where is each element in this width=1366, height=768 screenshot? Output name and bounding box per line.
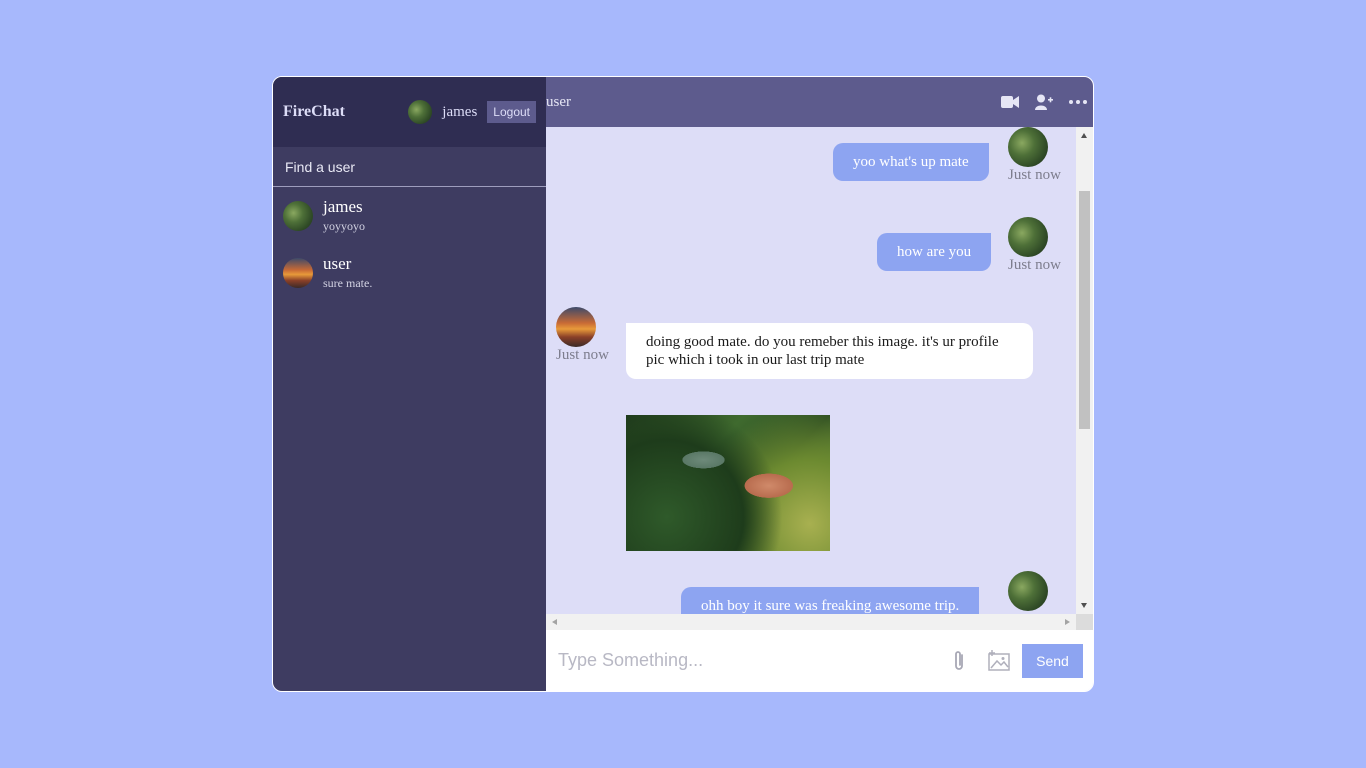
sidebar-navbar: FireChat james Logout (273, 77, 546, 147)
scrollbar-thumb[interactable] (1079, 191, 1090, 429)
chat-name: james (323, 197, 363, 216)
current-user-name: james (442, 103, 478, 120)
message-avatar (556, 307, 596, 347)
chat-list-item-james[interactable]: james yoyyoyo (273, 187, 546, 244)
message-avatar (1008, 571, 1048, 611)
message-time: Just now (1008, 167, 1061, 183)
avatar (283, 200, 313, 231)
message-avatar (1008, 217, 1048, 257)
message-owner: ohh boy it sure was freaking awesome tri… (681, 587, 980, 614)
message-avatar (1008, 127, 1048, 167)
vertical-scrollbar[interactable] (1076, 127, 1093, 614)
message-text: how are you (877, 233, 992, 271)
scroll-down-icon[interactable] (1081, 603, 1087, 608)
current-user-avatar (408, 100, 433, 124)
message-input-bar: Send (546, 630, 1093, 691)
more-icon[interactable] (1067, 91, 1089, 113)
user-search (273, 147, 546, 187)
message-time: Just now (1008, 257, 1061, 273)
message-time: Just now (556, 347, 609, 363)
chat-last-message: sure mate. (323, 276, 373, 290)
video-camera-icon[interactable] (999, 91, 1021, 113)
search-input[interactable] (285, 158, 534, 175)
messages-container[interactable]: yoo what's up mate Just now how are you … (546, 127, 1093, 631)
add-user-icon[interactable] (1033, 91, 1055, 113)
message-input[interactable] (558, 650, 952, 671)
message-owner: yoo what's up mate (833, 143, 989, 181)
chat-title: user (546, 93, 571, 110)
send-button[interactable]: Send (1022, 643, 1083, 678)
message-image[interactable] (626, 415, 830, 551)
attach-icon[interactable] (952, 649, 966, 673)
horizontal-scrollbar[interactable] (546, 614, 1076, 631)
message-text: yoo what's up mate (833, 143, 989, 181)
scroll-up-icon[interactable] (1081, 133, 1087, 138)
scrollbar-corner (1076, 614, 1093, 631)
chat-list-item-user[interactable]: user sure mate. (273, 244, 546, 301)
message-text: doing good mate. do you remeber this ima… (626, 323, 1033, 379)
message-other: doing good mate. do you remeber this ima… (626, 323, 1033, 379)
message-text: ohh boy it sure was freaking awesome tri… (681, 587, 980, 614)
chat-header: user (546, 77, 1093, 127)
chat-name: user (323, 254, 352, 273)
avatar (283, 257, 313, 288)
current-user: james Logout (408, 100, 536, 124)
image-upload-icon[interactable] (988, 649, 1012, 672)
chat-app-window: FireChat james Logout james yoyyoyo user… (272, 76, 1094, 692)
scroll-left-icon[interactable] (552, 619, 557, 625)
chat-panel: user yoo what's up mate Just now how are… (546, 77, 1093, 691)
logout-button[interactable]: Logout (487, 101, 536, 123)
message-owner: how are you (877, 233, 992, 271)
messages-scroll-area: yoo what's up mate Just now how are you … (546, 127, 1076, 614)
scroll-right-icon[interactable] (1065, 619, 1070, 625)
brand-logo: FireChat (283, 103, 345, 120)
sidebar: FireChat james Logout james yoyyoyo user… (273, 77, 546, 691)
chat-last-message: yoyyoyo (323, 219, 365, 233)
